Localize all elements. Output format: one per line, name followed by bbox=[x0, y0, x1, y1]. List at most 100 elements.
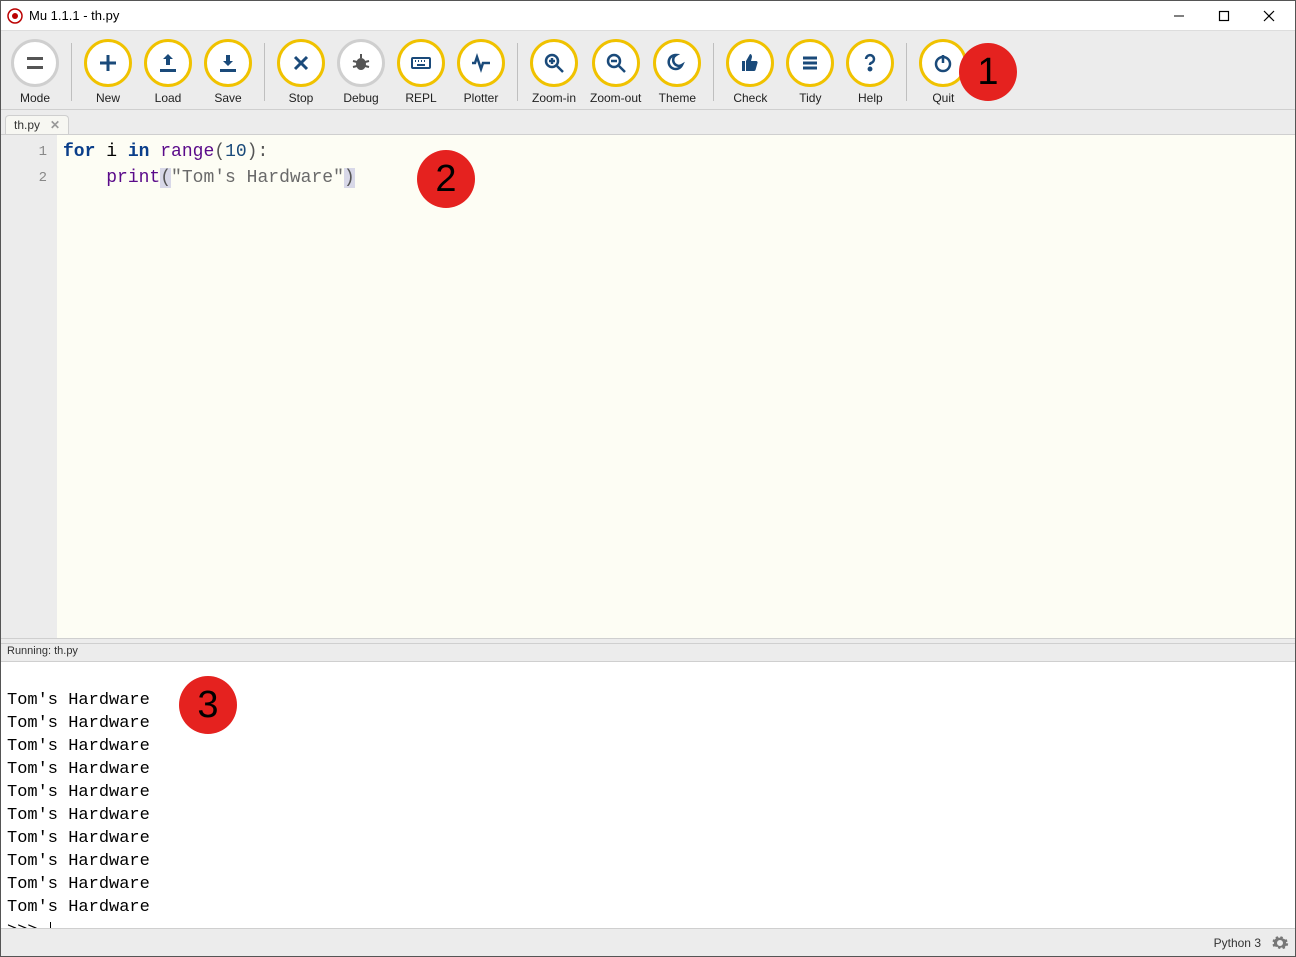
code-token: for bbox=[63, 142, 95, 162]
output-line: Tom's Hardware bbox=[7, 806, 150, 825]
zoom-out-button[interactable]: Zoom-out bbox=[584, 37, 647, 107]
save-button[interactable]: Save bbox=[198, 37, 258, 107]
code-token: 10 bbox=[225, 142, 247, 162]
new-button[interactable]: New bbox=[78, 37, 138, 107]
window-title: Mu 1.1.1 - th.py bbox=[29, 8, 119, 23]
output-line: Tom's Hardware bbox=[7, 760, 150, 779]
output-header: Running: th.py bbox=[1, 644, 1295, 662]
zoom-out-icon bbox=[592, 39, 640, 87]
code-token: i bbox=[95, 142, 127, 162]
close-button[interactable] bbox=[1246, 2, 1291, 30]
code-token: ) bbox=[247, 142, 258, 162]
stop-button[interactable]: Stop bbox=[271, 37, 331, 107]
line-number: 2 bbox=[1, 165, 47, 191]
close-icon[interactable]: ✕ bbox=[50, 118, 60, 132]
code-token: "Tom's Hardware" bbox=[171, 168, 344, 188]
upload-icon bbox=[144, 39, 192, 87]
code-token bbox=[63, 168, 106, 188]
zoom-in-button[interactable]: Zoom-in bbox=[524, 37, 584, 107]
output-line: Tom's Hardware bbox=[7, 714, 150, 733]
toolbar-label: Zoom-out bbox=[590, 91, 641, 105]
code-token: ( bbox=[214, 142, 225, 162]
code-token: print bbox=[106, 168, 160, 188]
mode-icon bbox=[11, 39, 59, 87]
code-token: ) bbox=[344, 168, 355, 188]
code-area[interactable]: for i in range(10): print("Tom's Hardwar… bbox=[57, 135, 1295, 638]
tidy-button[interactable]: Tidy bbox=[780, 37, 840, 107]
theme-button[interactable]: Theme bbox=[647, 37, 707, 107]
code-editor[interactable]: 1 2 for i in range(10): print("Tom's Har… bbox=[1, 134, 1295, 638]
gear-icon[interactable] bbox=[1271, 934, 1289, 952]
toolbar-separator bbox=[71, 43, 72, 101]
toolbar-label: New bbox=[96, 91, 120, 105]
code-token: range bbox=[160, 142, 214, 162]
repl-button[interactable]: REPL bbox=[391, 37, 451, 107]
callout-3: 3 bbox=[179, 676, 237, 734]
check-button[interactable]: Check bbox=[720, 37, 780, 107]
file-tab[interactable]: th.py ✕ bbox=[5, 115, 69, 135]
toolbar-label: Help bbox=[858, 91, 883, 105]
toolbar-label: Debug bbox=[343, 91, 378, 105]
thumb-up-icon bbox=[726, 39, 774, 87]
line-number: 1 bbox=[1, 139, 47, 165]
repl-prompt: >>> bbox=[7, 921, 48, 928]
toolbar-label: REPL bbox=[405, 91, 436, 105]
toolbar-label: Save bbox=[214, 91, 241, 105]
toolbar-label: Load bbox=[155, 91, 182, 105]
code-token: : bbox=[257, 142, 268, 162]
question-icon bbox=[846, 39, 894, 87]
tab-strip: th.py ✕ bbox=[1, 110, 1295, 134]
toolbar: Mode New Load Save Stop Debug REPL Plott… bbox=[1, 31, 1295, 110]
file-tab-label: th.py bbox=[14, 118, 40, 132]
output-line: Tom's Hardware bbox=[7, 852, 150, 871]
lines-icon bbox=[786, 39, 834, 87]
toolbar-label: Quit bbox=[932, 91, 954, 105]
wave-icon bbox=[457, 39, 505, 87]
debug-button[interactable]: Debug bbox=[331, 37, 391, 107]
maximize-button[interactable] bbox=[1201, 2, 1246, 30]
code-token bbox=[149, 142, 160, 162]
toolbar-separator bbox=[264, 43, 265, 101]
toolbar-label: Tidy bbox=[799, 91, 821, 105]
bug-icon bbox=[337, 39, 385, 87]
load-button[interactable]: Load bbox=[138, 37, 198, 107]
toolbar-label: Mode bbox=[20, 91, 50, 105]
cursor bbox=[50, 922, 51, 928]
code-token: in bbox=[128, 142, 150, 162]
zoom-in-icon bbox=[530, 39, 578, 87]
toolbar-label: Check bbox=[733, 91, 767, 105]
toolbar-label: Zoom-in bbox=[532, 91, 576, 105]
minimize-button[interactable] bbox=[1156, 2, 1201, 30]
callout-2: 2 bbox=[417, 150, 475, 208]
output-line: Tom's Hardware bbox=[7, 783, 150, 802]
toolbar-label: Theme bbox=[659, 91, 696, 105]
titlebar: Mu 1.1.1 - th.py bbox=[1, 1, 1295, 31]
output-line: Tom's Hardware bbox=[7, 875, 150, 894]
line-gutter: 1 2 bbox=[1, 135, 57, 638]
status-mode: Python 3 bbox=[1214, 936, 1261, 950]
callout-1: 1 bbox=[959, 43, 1017, 101]
callout-label: 1 bbox=[977, 51, 998, 94]
toolbar-separator bbox=[713, 43, 714, 101]
output-line: Tom's Hardware bbox=[7, 691, 150, 710]
output-line: Tom's Hardware bbox=[7, 737, 150, 756]
plus-icon bbox=[84, 39, 132, 87]
callout-label: 2 bbox=[435, 158, 456, 201]
download-icon bbox=[204, 39, 252, 87]
moon-icon bbox=[653, 39, 701, 87]
callout-label: 3 bbox=[197, 694, 218, 717]
toolbar-separator bbox=[906, 43, 907, 101]
output-line: Tom's Hardware bbox=[7, 829, 150, 848]
mode-button[interactable]: Mode bbox=[5, 37, 65, 107]
toolbar-label: Stop bbox=[289, 91, 314, 105]
toolbar-separator bbox=[517, 43, 518, 101]
x-icon bbox=[277, 39, 325, 87]
toolbar-label: Plotter bbox=[464, 91, 499, 105]
plotter-button[interactable]: Plotter bbox=[451, 37, 511, 107]
output-panel[interactable]: Tom's Hardware Tom's Hardware Tom's Hard… bbox=[1, 662, 1295, 928]
keyboard-icon bbox=[397, 39, 445, 87]
help-button[interactable]: Help bbox=[840, 37, 900, 107]
statusbar: Python 3 bbox=[1, 928, 1295, 956]
code-token: ( bbox=[160, 168, 171, 188]
output-line: Tom's Hardware bbox=[7, 898, 150, 917]
